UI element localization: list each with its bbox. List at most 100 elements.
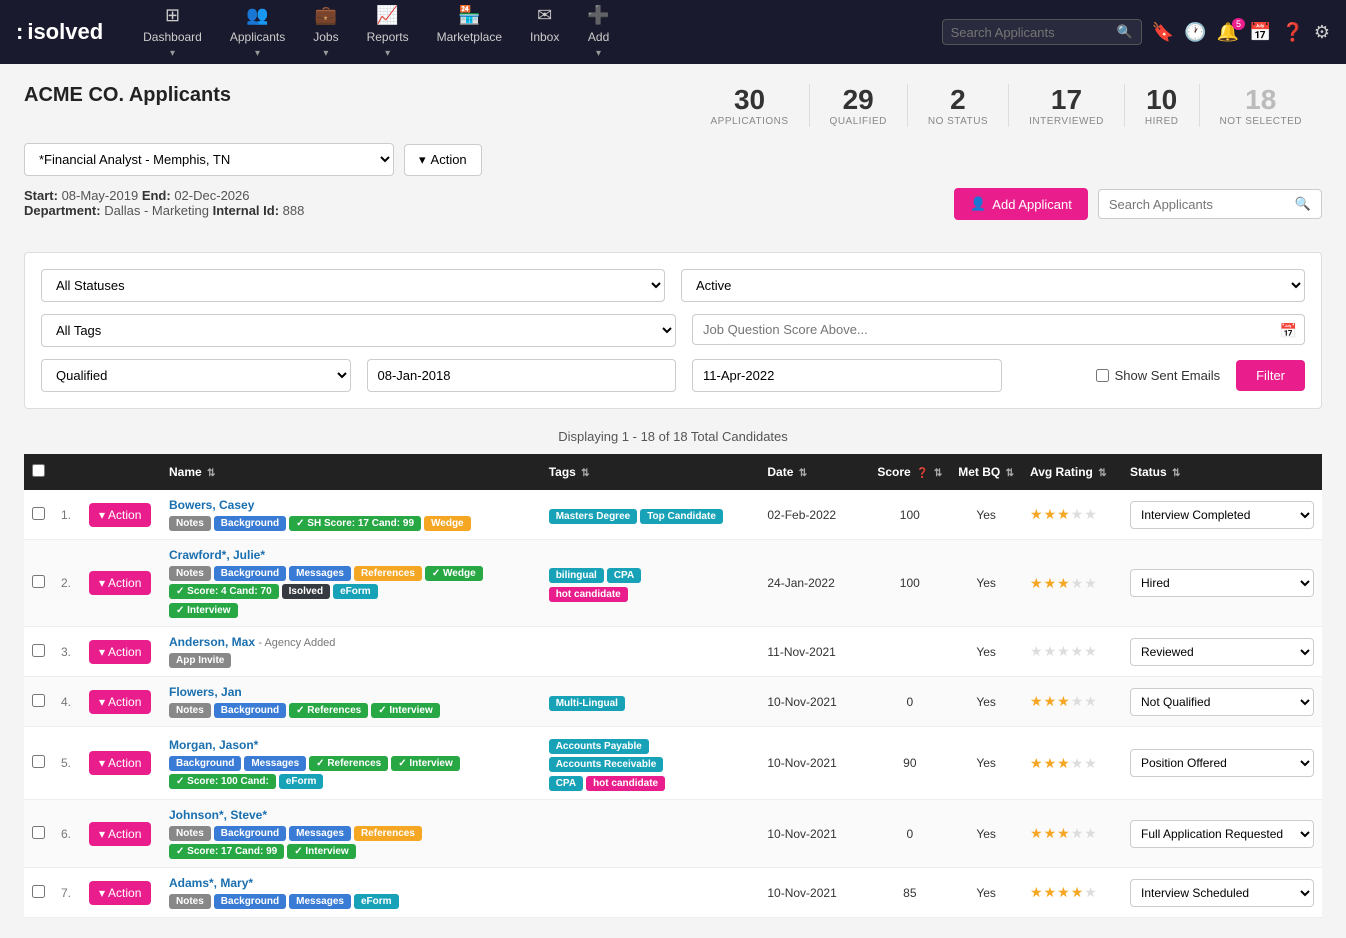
row-checkbox-cell: [24, 677, 53, 727]
row-checkbox[interactable]: [32, 694, 45, 707]
calendar-input-icon: 📅: [1280, 322, 1297, 339]
row-status-select[interactable]: Interview CompletedHiredReviewedNot Qual…: [1130, 569, 1314, 597]
filter-qualified-select[interactable]: Qualified: [41, 359, 351, 392]
candidate-name[interactable]: Adams*, Mary*: [169, 876, 253, 890]
search-applicants-container[interactable]: 🔍: [1098, 189, 1322, 219]
row-status-select[interactable]: Interview CompletedHiredReviewedNot Qual…: [1130, 749, 1314, 777]
show-sent-emails-checkbox[interactable]: [1096, 369, 1109, 382]
row-name-cell: Adams*, Mary* NotesBackgroundMessageseFo…: [161, 868, 541, 918]
calendar-icon[interactable]: 📅: [1249, 22, 1271, 43]
row-checkbox[interactable]: [32, 507, 45, 520]
nav-item-dashboard[interactable]: ⊞ Dashboard ▾: [131, 0, 214, 67]
nav-item-reports[interactable]: 📈 Reports ▾: [355, 0, 421, 67]
notification-icon[interactable]: 🔔 5: [1217, 22, 1239, 43]
row-status-select[interactable]: Interview CompletedHiredReviewedNot Qual…: [1130, 688, 1314, 716]
filter-button[interactable]: Filter: [1236, 360, 1305, 391]
header-score[interactable]: Score ❓ ⇅: [869, 454, 950, 490]
row-rating-cell: ★★★★★: [1022, 868, 1122, 918]
applicant-tag: Notes: [169, 703, 211, 718]
applicant-tag: Notes: [169, 566, 211, 581]
applicant-tag: Background: [214, 516, 286, 531]
header-tags[interactable]: Tags ⇅: [541, 454, 760, 490]
job-select-dropdown[interactable]: *Financial Analyst - Memphis, TN: [24, 143, 394, 176]
filter-date-to[interactable]: [692, 359, 1002, 392]
header-avg-rating[interactable]: Avg Rating ⇅: [1022, 454, 1122, 490]
candidate-name[interactable]: Johnson*, Steve*: [169, 808, 267, 822]
applicant-tag: hot candidate: [586, 776, 665, 791]
filter-job-question-input[interactable]: [692, 314, 1305, 345]
row-name-cell: Flowers, Jan NotesBackground✓ References…: [161, 677, 541, 727]
candidate-name[interactable]: Flowers, Jan: [169, 685, 242, 699]
header-checkbox: [24, 454, 53, 490]
applicant-tag: ✓ Interview: [169, 603, 238, 618]
row-action-button[interactable]: ▾ Action: [89, 751, 151, 775]
row-status-select[interactable]: Interview CompletedHiredReviewedNot Qual…: [1130, 638, 1314, 666]
filter-tags-select[interactable]: All Tags: [41, 314, 676, 347]
candidate-name[interactable]: Crawford*, Julie*: [169, 548, 265, 562]
header-status[interactable]: Status ⇅: [1122, 454, 1322, 490]
row-checkbox[interactable]: [32, 885, 45, 898]
logo[interactable]: :isolved: [16, 19, 103, 45]
row-name-cell: Anderson, Max - Agency Added App Invite: [161, 627, 541, 677]
star-filled: ★: [1044, 755, 1057, 772]
row-action-button[interactable]: ▾ Action: [89, 571, 151, 595]
star-filled: ★: [1057, 693, 1070, 710]
nav-item-applicants[interactable]: 👥 Applicants ▾: [218, 0, 297, 67]
header-name[interactable]: Name ⇅: [161, 454, 541, 490]
nav-item-marketplace[interactable]: 🏪 Marketplace: [425, 0, 514, 67]
row-status-select[interactable]: Interview CompletedHiredReviewedNot Qual…: [1130, 879, 1314, 907]
candidate-name[interactable]: Anderson, Max: [169, 635, 255, 649]
main-content: ACME CO. Applicants 30 APPLICATIONS 29 Q…: [0, 64, 1346, 938]
row-number: 2.: [53, 540, 81, 627]
applicant-tag: References: [354, 566, 422, 581]
row-number: 4.: [53, 677, 81, 727]
row-status-select[interactable]: Interview CompletedHiredReviewedNot Qual…: [1130, 820, 1314, 848]
candidate-name[interactable]: Bowers, Casey: [169, 498, 254, 512]
search-applicants-input[interactable]: [1109, 197, 1289, 212]
filter-status-select[interactable]: All Statuses: [41, 269, 665, 302]
nav-item-add[interactable]: ➕ Add ▾: [575, 0, 621, 67]
row-rating-cell: ★★★★★: [1022, 490, 1122, 540]
row-status-cell: Interview CompletedHiredReviewedNot Qual…: [1122, 627, 1322, 677]
filter-date-from[interactable]: [367, 359, 677, 392]
row-checkbox-cell: [24, 540, 53, 627]
row-checkbox[interactable]: [32, 826, 45, 839]
nav-item-jobs[interactable]: 💼 Jobs ▾: [301, 0, 350, 67]
filter-row-1: All Statuses Active: [41, 269, 1305, 302]
select-all-checkbox[interactable]: [32, 464, 45, 477]
row-checkbox[interactable]: [32, 575, 45, 588]
applicant-tag: ✓ Score: 4 Cand: 70: [169, 584, 279, 599]
row-action-button[interactable]: ▾ Action: [89, 640, 151, 664]
row-action-button[interactable]: ▾ Action: [89, 690, 151, 714]
settings-icon[interactable]: ⚙: [1314, 22, 1330, 43]
header-metbq[interactable]: Met BQ ⇅: [950, 454, 1022, 490]
row-number: 6.: [53, 800, 81, 868]
add-applicant-button[interactable]: 👤 Add Applicant: [954, 188, 1088, 220]
bookmark-icon[interactable]: 🔖: [1152, 22, 1174, 43]
applicant-tag: Messages: [289, 894, 351, 909]
nav-item-inbox[interactable]: ✉ Inbox: [518, 0, 571, 67]
row-status-select[interactable]: Interview CompletedHiredReviewedNot Qual…: [1130, 501, 1314, 529]
row-action-button[interactable]: ▾ Action: [89, 881, 151, 905]
row-checkbox-cell: [24, 490, 53, 540]
header-date[interactable]: Date ⇅: [759, 454, 869, 490]
row-action-button[interactable]: ▾ Action: [89, 503, 151, 527]
applicant-tag: Notes: [169, 894, 211, 909]
page-title: ACME CO. Applicants: [24, 84, 231, 107]
help-icon[interactable]: ❓: [1281, 22, 1303, 43]
candidate-name[interactable]: Morgan, Jason*: [169, 738, 258, 752]
history-icon[interactable]: 🕐: [1184, 22, 1206, 43]
nav-search-bar[interactable]: 🔍: [942, 19, 1142, 45]
caret-icon: ▾: [99, 508, 105, 522]
row-checkbox[interactable]: [32, 755, 45, 768]
show-sent-emails-label[interactable]: Show Sent Emails: [1096, 368, 1221, 383]
action-dropdown-button[interactable]: ▾ Action: [404, 144, 482, 176]
row-number: 3.: [53, 627, 81, 677]
applicant-tag: App Invite: [169, 653, 231, 668]
row-checkbox[interactable]: [32, 644, 45, 657]
row-metbq: Yes: [950, 727, 1022, 800]
row-metbq: Yes: [950, 627, 1022, 677]
row-action-button[interactable]: ▾ Action: [89, 822, 151, 846]
nav-search-input[interactable]: [951, 25, 1111, 40]
filter-active-select[interactable]: Active: [681, 269, 1305, 302]
